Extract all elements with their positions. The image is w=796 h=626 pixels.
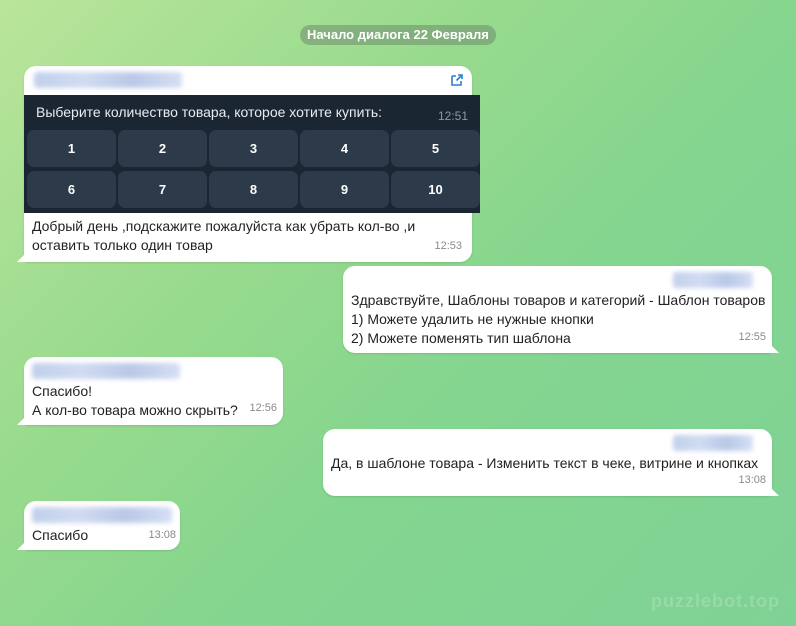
- incoming-message: Спасибо 13:08: [17, 501, 180, 550]
- bubble-tail: [17, 415, 27, 425]
- message-line: Спасибо!: [32, 383, 92, 399]
- message-time: 13:08: [148, 529, 176, 541]
- message-time: 13:08: [738, 474, 766, 486]
- sender-name-blurred: [34, 72, 182, 88]
- keyboard-button-8[interactable]: 8: [209, 171, 298, 208]
- keyboard-button-5[interactable]: 5: [391, 130, 480, 167]
- keyboard-button-3[interactable]: 3: [209, 130, 298, 167]
- keyboard-button-6[interactable]: 6: [27, 171, 116, 208]
- message-line: оставить только один товар: [32, 237, 213, 253]
- keyboard-button-4[interactable]: 4: [300, 130, 389, 167]
- keyboard-button-2[interactable]: 2: [118, 130, 207, 167]
- keyboard-button-9[interactable]: 9: [300, 171, 389, 208]
- bubble-tail: [17, 540, 27, 550]
- bubble-tail: [769, 343, 779, 353]
- message-time: 12:56: [249, 402, 277, 414]
- message-text: Здравствуйте, Шаблоны товаров и категори…: [351, 291, 765, 348]
- message-line: Спасибо: [32, 527, 89, 543]
- keyboard-row: 6 7 8 9 10: [27, 171, 480, 208]
- incoming-message: Выберите количество товара, которое хоти…: [17, 66, 480, 262]
- message-text: Спасибо: [32, 526, 88, 545]
- date-separator: Начало диалога 22 Февраля: [300, 25, 496, 45]
- message-text: Спасибо! А кол-во товара можно скрыть?: [32, 382, 238, 420]
- sender-name-blurred: [673, 272, 753, 288]
- external-link-icon[interactable]: [450, 73, 464, 87]
- keyboard-button-10[interactable]: 10: [391, 171, 480, 208]
- message-line: А кол-во товара можно скрыть?: [32, 402, 238, 418]
- message-line: 1) Можете удалить не нужные кнопки: [351, 311, 594, 327]
- quoted-keyboard-message: Выберите количество товара, которое хоти…: [24, 95, 480, 213]
- watermark: puzzlebot.top: [651, 591, 780, 611]
- outgoing-message: Да, в шаблоне товара - Изменить текст в …: [323, 429, 779, 496]
- keyboard-message-time: 12:51: [437, 109, 468, 123]
- keyboard-row: 1 2 3 4 5: [27, 130, 480, 167]
- incoming-message: Спасибо! А кол-во товара можно скрыть? 1…: [17, 357, 283, 425]
- message-line: Да, в шаблоне товара - Изменить текст в …: [331, 455, 759, 471]
- outgoing-message: Здравствуйте, Шаблоны товаров и категори…: [343, 266, 779, 353]
- keyboard-button-7[interactable]: 7: [118, 171, 207, 208]
- keyboard-prompt: Выберите количество товара, которое хоти…: [36, 104, 383, 120]
- sender-name-blurred: [32, 363, 180, 379]
- bubble-tail: [17, 252, 27, 262]
- sender-name-blurred: [32, 507, 172, 523]
- message-line: 2) Можете поменять тип шаблона: [351, 330, 571, 346]
- message-time: 12:55: [738, 331, 766, 343]
- sender-name-blurred: [673, 435, 753, 451]
- message-text: Добрый день ,подскажите пожалуйста как у…: [32, 217, 415, 255]
- message-line: Здравствуйте, Шаблоны товаров и категори…: [351, 292, 766, 308]
- message-time: 12:53: [434, 240, 462, 252]
- keyboard-button-1[interactable]: 1: [27, 130, 116, 167]
- message-line: Добрый день ,подскажите пожалуйста как у…: [32, 218, 416, 234]
- bubble-tail: [769, 486, 779, 496]
- message-text: Да, в шаблоне товара - Изменить текст в …: [331, 454, 758, 473]
